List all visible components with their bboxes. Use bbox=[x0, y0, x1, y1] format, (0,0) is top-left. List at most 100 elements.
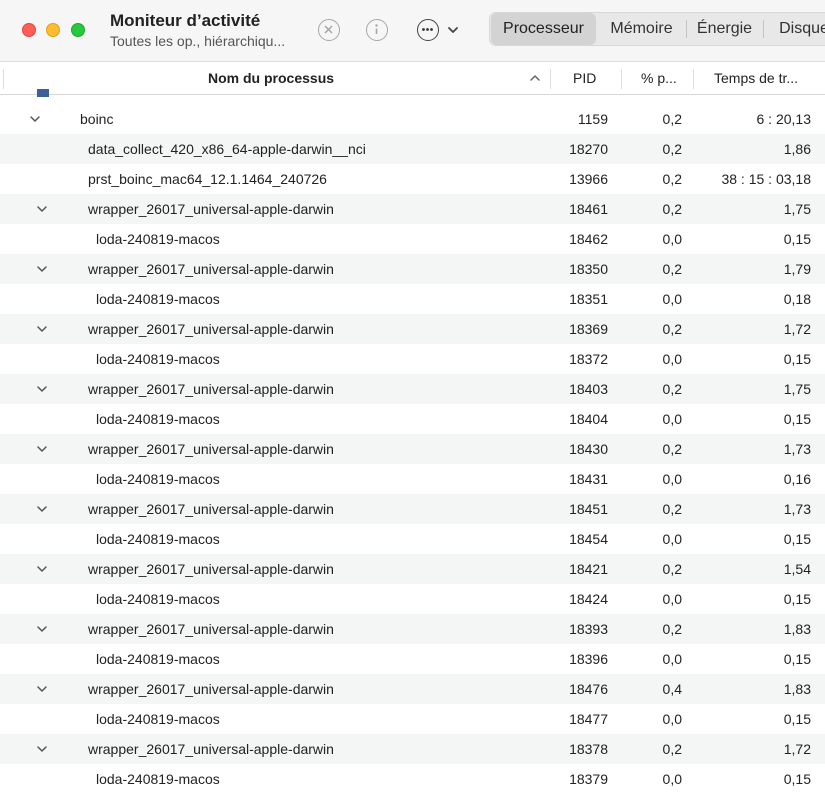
process-cpu: 0,0 bbox=[662, 291, 682, 307]
table-row[interactable]: boinc 1159 0,2 6 : 20,13 bbox=[0, 104, 825, 134]
process-name: wrapper_26017_universal-apple-darwin bbox=[88, 621, 334, 637]
process-name: loda-240819-macos bbox=[96, 531, 220, 547]
column-header-pid[interactable]: PID bbox=[573, 62, 596, 95]
process-cpu-time: 0,16 bbox=[783, 471, 811, 487]
table-row[interactable]: loda-240819-macos 18477 0,0 0,15 bbox=[0, 704, 825, 734]
table-row[interactable]: wrapper_26017_universal-apple-darwin 1840… bbox=[0, 374, 825, 404]
process-cpu-time: 0,15 bbox=[783, 351, 811, 367]
process-cpu: 0,2 bbox=[662, 561, 682, 577]
table-row[interactable]: loda-240819-macos 18351 0,0 0,18 bbox=[0, 284, 825, 314]
table-row[interactable]: wrapper_26017_universal-apple-darwin 1845… bbox=[0, 494, 825, 524]
process-pid: 18430 bbox=[569, 441, 608, 457]
table-row[interactable]: wrapper_26017_universal-apple-darwin 1839… bbox=[0, 614, 825, 644]
stop-process-button[interactable] bbox=[318, 19, 340, 41]
process-pid: 18372 bbox=[569, 351, 608, 367]
tab-energie[interactable]: Énergie bbox=[687, 13, 762, 45]
tab-processeur[interactable]: Processeur bbox=[491, 13, 596, 45]
process-list: boinc 1159 0,2 6 : 20,13 data_collect_420_x8… bbox=[0, 104, 825, 794]
disclosure-chevron-icon[interactable] bbox=[36, 263, 48, 275]
process-name: wrapper_26017_universal-apple-darwin bbox=[88, 741, 334, 757]
table-row[interactable]: wrapper_26017_universal-apple-darwin 1835… bbox=[0, 254, 825, 284]
table-row[interactable]: loda-240819-macos 18404 0,0 0,15 bbox=[0, 404, 825, 434]
table-row[interactable]: loda-240819-macos 18462 0,0 0,15 bbox=[0, 224, 825, 254]
process-cpu-time: 0,18 bbox=[783, 291, 811, 307]
process-cpu: 0,2 bbox=[662, 621, 682, 637]
process-pid: 18477 bbox=[569, 711, 608, 727]
process-cpu: 0,0 bbox=[662, 591, 682, 607]
disclosure-chevron-icon[interactable] bbox=[29, 113, 41, 125]
table-row[interactable]: wrapper_26017_universal-apple-darwin 1847… bbox=[0, 674, 825, 704]
table-row[interactable]: wrapper_26017_universal-apple-darwin 1837… bbox=[0, 734, 825, 764]
process-cpu: 0,2 bbox=[662, 261, 682, 277]
window-subtitle: Toutes les op., hiérarchiqu... bbox=[110, 33, 286, 49]
process-name: loda-240819-macos bbox=[96, 471, 220, 487]
process-name: loda-240819-macos bbox=[96, 291, 220, 307]
process-name: loda-240819-macos bbox=[96, 411, 220, 427]
process-cpu-time: 0,15 bbox=[783, 771, 811, 787]
disclosure-chevron-icon[interactable] bbox=[36, 503, 48, 515]
process-cpu: 0,2 bbox=[662, 741, 682, 757]
disclosure-chevron-icon[interactable] bbox=[36, 203, 48, 215]
tab-disque[interactable]: Disque bbox=[764, 13, 825, 45]
window-title: Moniteur d’activité bbox=[110, 11, 261, 30]
process-pid: 18451 bbox=[569, 501, 608, 517]
table-row[interactable]: loda-240819-macos 18431 0,0 0,16 bbox=[0, 464, 825, 494]
process-pid: 18462 bbox=[569, 231, 608, 247]
process-cpu: 0,0 bbox=[662, 351, 682, 367]
table-row[interactable]: loda-240819-macos 18396 0,0 0,15 bbox=[0, 644, 825, 674]
process-name: loda-240819-macos bbox=[96, 231, 220, 247]
table-row[interactable]: loda-240819-macos 18424 0,0 0,15 bbox=[0, 584, 825, 614]
minimize-window-button[interactable] bbox=[46, 23, 60, 37]
tab-memoire[interactable]: Mémoire bbox=[598, 13, 685, 45]
process-cpu: 0,0 bbox=[662, 531, 682, 547]
disclosure-chevron-icon[interactable] bbox=[36, 323, 48, 335]
process-cpu-time: 1,54 bbox=[783, 561, 811, 577]
table-row[interactable]: data_collect_420_x86_64-apple-darwin__nc… bbox=[0, 134, 825, 164]
process-cpu: 0,2 bbox=[662, 501, 682, 517]
process-cpu-time: 1,72 bbox=[783, 321, 811, 337]
table-row[interactable]: prst_boinc_mac64_12.1.1464_240726 13966 0,… bbox=[0, 164, 825, 194]
disclosure-chevron-icon[interactable] bbox=[36, 383, 48, 395]
process-name: wrapper_26017_universal-apple-darwin bbox=[88, 321, 334, 337]
table-row[interactable]: loda-240819-macos 18454 0,0 0,15 bbox=[0, 524, 825, 554]
close-window-button[interactable] bbox=[22, 23, 36, 37]
process-name: boinc bbox=[80, 111, 114, 127]
chevron-down-icon[interactable] bbox=[446, 22, 460, 38]
process-pid: 18393 bbox=[569, 621, 608, 637]
process-pid: 18421 bbox=[569, 561, 608, 577]
process-cpu: 0,2 bbox=[662, 441, 682, 457]
table-row[interactable]: wrapper_26017_universal-apple-darwin 1843… bbox=[0, 434, 825, 464]
disclosure-chevron-icon[interactable] bbox=[36, 563, 48, 575]
process-cpu-time: 1,79 bbox=[783, 261, 811, 277]
process-cpu-time: 0,15 bbox=[783, 591, 811, 607]
info-icon bbox=[375, 24, 378, 34]
process-name: wrapper_26017_universal-apple-darwin bbox=[88, 261, 334, 277]
table-row[interactable]: wrapper_26017_universal-apple-darwin 1836… bbox=[0, 314, 825, 344]
table-row[interactable]: wrapper_26017_universal-apple-darwin 1842… bbox=[0, 554, 825, 584]
info-button[interactable] bbox=[366, 19, 388, 41]
table-row[interactable]: loda-240819-macos 18372 0,0 0,15 bbox=[0, 344, 825, 374]
disclosure-chevron-icon[interactable] bbox=[36, 683, 48, 695]
disclosure-chevron-icon[interactable] bbox=[36, 743, 48, 755]
disclosure-chevron-icon[interactable] bbox=[36, 623, 48, 635]
view-tabs: Processeur Mémoire Énergie Disque bbox=[489, 12, 825, 46]
column-header-cpu[interactable]: % p... bbox=[641, 62, 677, 95]
process-pid: 18396 bbox=[569, 651, 608, 667]
ellipsis-icon bbox=[422, 28, 433, 31]
table-row[interactable]: loda-240819-macos 18379 0,0 0,15 bbox=[0, 764, 825, 794]
column-header-time[interactable]: Temps de tr... bbox=[714, 62, 798, 95]
process-cpu: 0,2 bbox=[662, 171, 682, 187]
disclosure-chevron-icon[interactable] bbox=[36, 443, 48, 455]
sort-ascending-icon bbox=[530, 75, 540, 81]
table-row[interactable]: wrapper_26017_universal-apple-darwin 1846… bbox=[0, 194, 825, 224]
process-name: loda-240819-macos bbox=[96, 771, 220, 787]
process-name: wrapper_26017_universal-apple-darwin bbox=[88, 501, 334, 517]
zoom-window-button[interactable] bbox=[71, 23, 85, 37]
process-pid: 18378 bbox=[569, 741, 608, 757]
process-name: wrapper_26017_universal-apple-darwin bbox=[88, 441, 334, 457]
process-cpu-time: 1,86 bbox=[783, 141, 811, 157]
more-actions-button[interactable] bbox=[417, 19, 439, 41]
process-pid: 18350 bbox=[569, 261, 608, 277]
process-cpu-time: 6 : 20,13 bbox=[756, 111, 812, 127]
column-header-name[interactable]: Nom du processus bbox=[208, 62, 334, 95]
